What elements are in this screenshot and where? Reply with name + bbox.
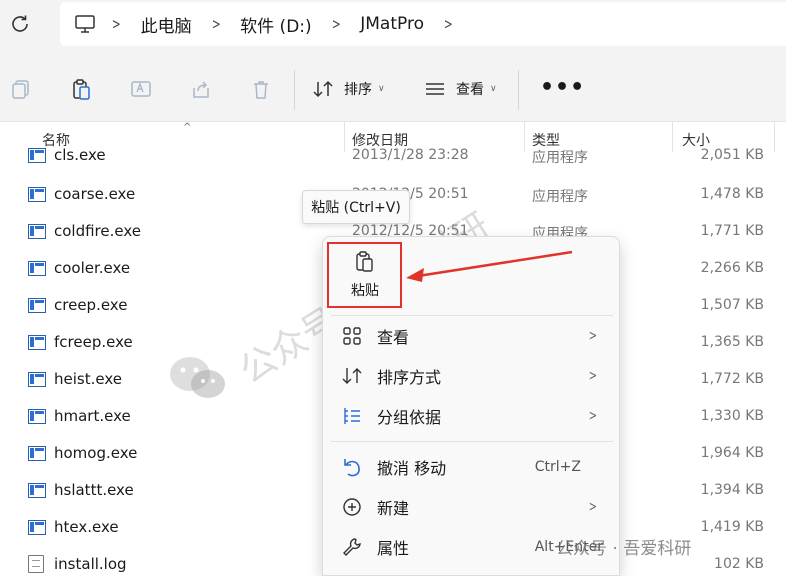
exe-file-icon (28, 187, 46, 202)
chevron-right-icon[interactable]: > (444, 15, 453, 33)
exe-file-icon (28, 261, 46, 276)
file-name: hslattt.exe (54, 481, 134, 499)
menu-item-view[interactable]: 查看 > (323, 317, 621, 355)
sort-button[interactable]: 排序 ∨ (312, 75, 385, 103)
sort-icon (342, 368, 362, 384)
file-name: creep.exe (54, 296, 128, 314)
file-size: 1,419 KB (700, 519, 764, 535)
toolbar-divider (294, 70, 295, 110)
menu-item-label: 查看 (377, 328, 410, 347)
grid-icon (343, 327, 361, 345)
menu-divider (331, 315, 613, 316)
group-icon (344, 408, 360, 424)
file-size: 1,771 KB (700, 223, 764, 239)
exe-file-icon (28, 483, 46, 498)
exe-file-icon (28, 148, 46, 163)
annotation-arrow-icon (406, 250, 573, 282)
menu-item-label: 撤消 移动 (377, 459, 447, 478)
chevron-right-icon: > (589, 368, 598, 384)
file-type: 应用程序 (532, 189, 588, 205)
chevron-right-icon: > (211, 15, 221, 33)
view-label: 查看 (456, 82, 484, 98)
file-size: 1,365 KB (700, 334, 764, 350)
chevron-right-icon: > (111, 15, 121, 33)
sort-ascending-icon: ^ (183, 122, 192, 133)
footer-watermark: 公众号 · 吾爱科研 (556, 539, 692, 559)
paste-tooltip: 粘贴 (Ctrl+V) (302, 190, 410, 224)
sort-label: 排序 (344, 82, 372, 98)
menu-item-label: 新建 (377, 499, 410, 518)
properties-icon (343, 538, 361, 556)
paste-highlight-box (327, 242, 402, 308)
view-button[interactable]: 查看 ∨ (424, 75, 497, 103)
menu-item-new[interactable]: 新建 > (323, 488, 621, 526)
file-size: 2,266 KB (700, 260, 764, 276)
chevron-right-icon: > (589, 328, 598, 344)
exe-file-icon (28, 335, 46, 350)
file-name: cooler.exe (54, 259, 131, 277)
log-file-icon (28, 555, 44, 573)
wechat-logo-watermark (170, 357, 225, 398)
file-explorer-window: > 此电脑 > 软件 (D:) > JMatPro > 排序 ∨ 查看 ∨ ••… (0, 0, 786, 576)
refresh-icon[interactable] (8, 12, 32, 36)
file-name: hmart.exe (54, 407, 131, 425)
chevron-down-icon: ∨ (490, 84, 497, 94)
file-size: 2,051 KB (700, 147, 764, 163)
exe-file-icon (28, 446, 46, 461)
breadcrumb-jmatpro[interactable]: JMatPro (360, 14, 424, 34)
exe-file-icon (28, 409, 46, 424)
exe-file-icon (28, 372, 46, 387)
menu-divider (331, 441, 613, 442)
menu-item-label: 排序方式 (377, 368, 442, 387)
delete-icon[interactable] (250, 78, 272, 100)
chevron-down-icon: ∨ (378, 84, 385, 94)
file-size: 102 KB (714, 556, 764, 572)
chevron-right-icon: > (589, 408, 598, 424)
list-item[interactable]: cls.exe 2013/1/28 23:28 应用程序 2,051 KB (0, 140, 786, 174)
file-size: 1,478 KB (700, 186, 764, 202)
new-icon (343, 498, 361, 516)
menu-item-label: 属性 (377, 539, 410, 558)
exe-file-icon (28, 298, 46, 313)
menu-item-sort-by[interactable]: 排序方式 > (323, 357, 621, 395)
menu-item-shortcut: Ctrl+Z (534, 459, 581, 475)
menu-item-group-by[interactable]: 分组依据 > (323, 397, 621, 435)
computer-icon (75, 15, 95, 33)
file-name: homog.exe (54, 444, 138, 462)
file-name: coarse.exe (54, 185, 136, 203)
file-size: 1,330 KB (700, 408, 764, 424)
address-bar[interactable]: > 此电脑 > 软件 (D:) > JMatPro > (60, 2, 786, 46)
file-name: coldfire.exe (54, 222, 142, 240)
file-size: 1,394 KB (700, 482, 764, 498)
file-type: 应用程序 (532, 150, 588, 166)
chevron-right-icon: > (331, 15, 341, 33)
file-size: 1,964 KB (700, 445, 764, 461)
file-name: install.log (54, 555, 127, 573)
sort-icon (313, 80, 333, 98)
paste-icon[interactable] (70, 78, 92, 100)
command-bar: 排序 ∨ 查看 ∨ ••• (0, 56, 786, 122)
undo-icon (344, 459, 360, 477)
address-strip: > 此电脑 > 软件 (D:) > JMatPro > (0, 0, 786, 56)
file-name: htex.exe (54, 518, 119, 536)
file-size: 1,507 KB (700, 297, 764, 313)
breadcrumb-drive-d[interactable]: 软件 (D:) (240, 12, 312, 37)
file-date: 2013/1/28 23:28 (352, 147, 469, 163)
breadcrumb-this-pc[interactable]: 此电脑 (141, 12, 192, 37)
more-options-icon[interactable]: ••• (540, 77, 585, 99)
file-name: heist.exe (54, 370, 122, 388)
chevron-right-icon: > (589, 499, 598, 515)
toolbar-divider (518, 70, 519, 110)
rename-icon[interactable] (130, 78, 152, 100)
share-icon[interactable] (190, 78, 212, 100)
view-list-icon (426, 83, 444, 95)
file-size: 1,772 KB (700, 371, 764, 387)
menu-item-label: 分组依据 (377, 408, 442, 427)
exe-file-icon (28, 520, 46, 535)
file-name: fcreep.exe (54, 333, 133, 351)
exe-file-icon (28, 224, 46, 239)
file-name: cls.exe (54, 146, 106, 164)
menu-item-undo-move[interactable]: 撤消 移动 Ctrl+Z (323, 448, 621, 486)
copy-icon[interactable] (10, 78, 32, 100)
